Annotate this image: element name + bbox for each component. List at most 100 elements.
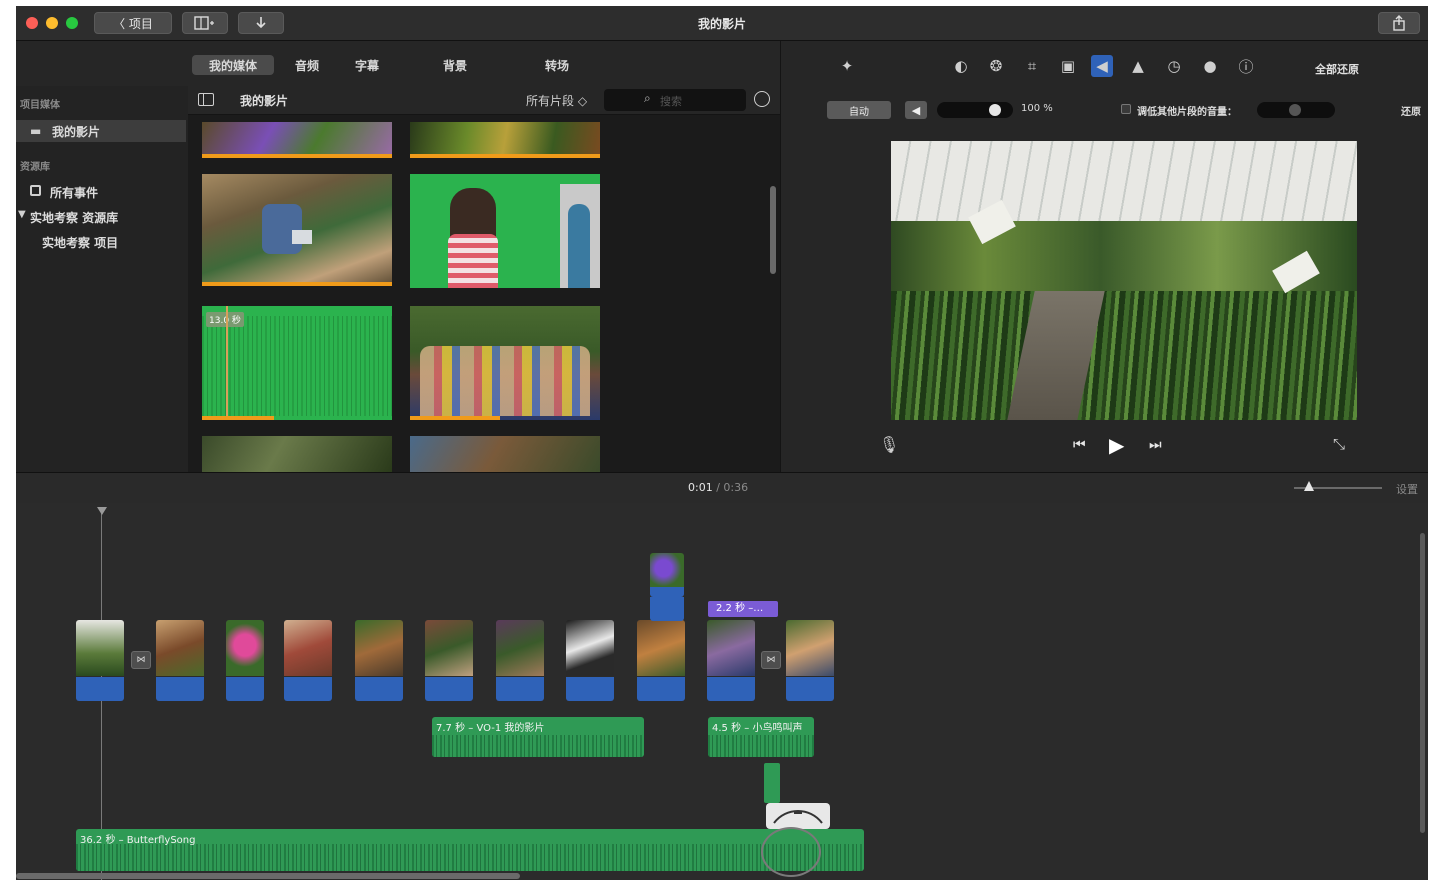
share-icon: [1393, 15, 1405, 31]
microphone-icon[interactable]: 🎙: [879, 435, 899, 454]
play-icon[interactable]: ▶: [1109, 433, 1124, 457]
sidebar-item-label: 所有事件: [50, 186, 99, 200]
timeline-video-clip[interactable]: [355, 620, 403, 701]
color-balance-icon[interactable]: ◐: [950, 55, 972, 77]
tab-titles[interactable]: 字幕: [346, 55, 388, 75]
fade-curve-icon: [773, 810, 823, 824]
sidebar-toggle-icon[interactable]: [198, 93, 214, 106]
sound-effect-audio-clip[interactable]: 4.5 秒 – 小鸟鸣叫声: [708, 717, 814, 757]
share-button[interactable]: [1378, 12, 1420, 34]
timeline-video-clip[interactable]: [76, 620, 124, 701]
timeline-video-clip[interactable]: [284, 620, 332, 701]
stabilization-icon[interactable]: ▣: [1057, 55, 1079, 77]
timeline-horizontal-scrollbar[interactable]: [16, 873, 520, 879]
clip-audio-track: [156, 677, 204, 701]
skip-forward-icon[interactable]: ⏭: [1149, 437, 1162, 453]
tab-my-media[interactable]: 我的媒体: [192, 55, 274, 75]
color-correction-icon[interactable]: ❂: [985, 55, 1007, 77]
cutaway-clip[interactable]: [650, 553, 684, 597]
noise-reduction-icon[interactable]: ▲: [1127, 55, 1149, 77]
auto-volume-button[interactable]: 自动: [827, 101, 891, 119]
crop-icon[interactable]: ⌗: [1021, 55, 1043, 77]
media-thumbnail[interactable]: [410, 306, 600, 420]
fullscreen-icon[interactable]: ⤡: [1333, 435, 1345, 453]
timeline-settings-button[interactable]: 设置: [1396, 481, 1418, 497]
duck-slider-knob[interactable]: [1289, 104, 1301, 116]
audio-clip-thumbnail[interactable]: 13.0 秒: [202, 306, 392, 420]
transition-icon[interactable]: ⋈: [761, 651, 781, 669]
sidebar-item-all-events[interactable]: 所有事件: [16, 182, 186, 204]
thumbnail-figure: [568, 204, 590, 288]
disclosure-triangle-icon[interactable]: ▼: [18, 209, 26, 220]
skip-back-icon[interactable]: ⏮: [1073, 437, 1086, 453]
media-thumbnail[interactable]: [202, 122, 392, 158]
duck-label: 调低其他片段的音量：: [1137, 107, 1237, 118]
tab-backgrounds[interactable]: 背景: [434, 55, 476, 75]
viewer-panel: ✦ ◐ ❂ ⌗ ▣ ◀ ▲ ◷ ● ⓘ 全部还原 自动 ◀ 100 % 调低其他…: [780, 41, 1428, 472]
tab-transitions[interactable]: 转场: [536, 55, 578, 75]
media-thumbnail[interactable]: [410, 122, 600, 158]
playhead-handle[interactable]: [97, 507, 107, 515]
thumbnail-group: [420, 346, 590, 416]
media-thumbnail[interactable]: [202, 436, 392, 472]
timeline-video-clip[interactable]: [156, 620, 204, 701]
pointer-highlight-circle: [761, 827, 821, 877]
clip-filter-icon[interactable]: ●: [1199, 55, 1221, 77]
timeline-video-clip[interactable]: [425, 620, 473, 701]
timeline-video-clip[interactable]: [707, 620, 755, 701]
sidebar-item-my-movie[interactable]: ▬ 我的影片: [16, 120, 186, 142]
timecode-separator: /: [716, 481, 720, 494]
mute-button[interactable]: ◀: [905, 101, 927, 119]
volume-slider-knob[interactable]: [989, 104, 1001, 116]
media-browser: 我的影片 所有片段 ◇ ⌕ 搜索 13.0 秒: [188, 86, 780, 472]
timeline-video-clip[interactable]: [226, 620, 264, 701]
clip-filter-select[interactable]: 所有片段 ◇: [526, 92, 587, 109]
voiceover-audio-clip[interactable]: 7.7 秒 – VO-1 我的影片: [432, 717, 644, 757]
used-range-bar: [410, 416, 500, 420]
duck-slider[interactable]: [1257, 102, 1335, 118]
sidebar-item-label: 实地考察 资源库: [30, 211, 119, 225]
volume-slider[interactable]: [937, 102, 1013, 118]
transition-icon[interactable]: ⋈: [131, 651, 151, 669]
audio-clip-label: 36.2 秒 – ButterflySong: [80, 835, 196, 846]
thumbnail-shirt: [448, 234, 498, 288]
timecode: 0:01 / 0:36: [688, 481, 748, 494]
media-thumbnail[interactable]: [410, 436, 600, 472]
magic-wand-icon[interactable]: ✦: [836, 55, 858, 77]
volume-icon[interactable]: ◀: [1091, 55, 1113, 77]
small-audio-clip[interactable]: [764, 763, 780, 803]
fade-handle-tooltip: [766, 803, 830, 829]
timeline-video-clip[interactable]: [786, 620, 834, 701]
info-icon[interactable]: ⓘ: [1235, 55, 1257, 77]
zoom-slider[interactable]: [1294, 481, 1382, 491]
duck-checkbox[interactable]: [1121, 104, 1131, 114]
speed-icon[interactable]: ◷: [1163, 55, 1185, 77]
used-range-bar: [410, 154, 600, 158]
used-range-bar: [202, 416, 274, 420]
timeline-video-clip[interactable]: [496, 620, 544, 701]
timeline-video-clip[interactable]: [637, 620, 685, 701]
title-clip[interactable]: 2.2 秒 –…: [708, 601, 778, 617]
clip-audio-track: [355, 677, 403, 701]
sidebar-item-project[interactable]: 实地考察 项目: [16, 232, 186, 254]
browser-title: 我的影片: [240, 94, 289, 108]
sidebar-section-project-media: 项目媒体: [20, 100, 60, 111]
reset-all-button[interactable]: 全部还原: [1315, 61, 1359, 77]
media-tabs-bar: 我的媒体 音频 字幕 背景 转场: [16, 41, 780, 86]
timeline-vertical-scrollbar[interactable]: [1420, 533, 1425, 833]
browser-scrollbar[interactable]: [770, 186, 776, 274]
media-thumbnail[interactable]: [410, 174, 600, 288]
background-music-clip[interactable]: 36.2 秒 – ButterflySong: [76, 829, 864, 871]
skimmer-line: [226, 306, 228, 420]
zoom-slider-knob[interactable]: [1304, 481, 1314, 491]
audio-clip-label: 4.5 秒 – 小鸟鸣叫声: [712, 723, 803, 734]
media-thumbnail[interactable]: [202, 174, 392, 286]
video-preview[interactable]: [891, 141, 1357, 420]
search-field[interactable]: ⌕ 搜索: [604, 89, 746, 111]
clip-appearance-icon[interactable]: [754, 91, 770, 107]
timeline-video-clip[interactable]: [566, 620, 614, 701]
clip-audio-track: [637, 677, 685, 701]
reset-button[interactable]: 还原: [1401, 103, 1421, 118]
tab-audio[interactable]: 音频: [286, 55, 328, 75]
sidebar-item-library[interactable]: ▼ 实地考察 资源库: [16, 207, 186, 229]
